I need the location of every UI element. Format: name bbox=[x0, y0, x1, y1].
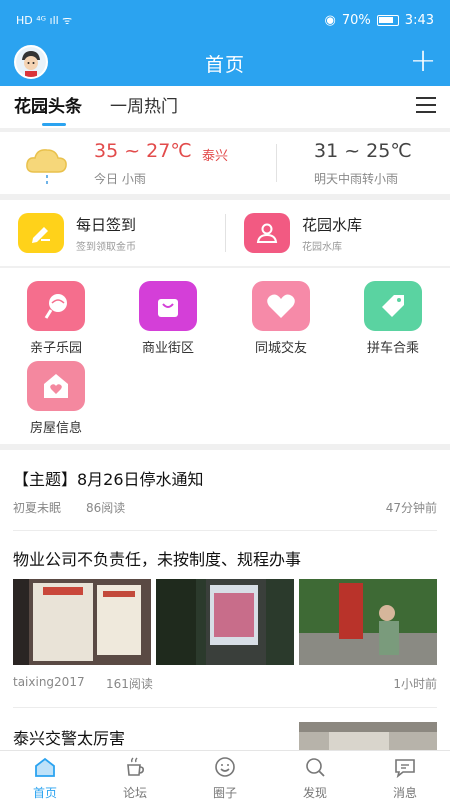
post-time: 1小时前 bbox=[393, 677, 437, 691]
heart-icon bbox=[252, 281, 310, 331]
chat-icon bbox=[395, 759, 415, 779]
grid-item-housing[interactable]: 房屋信息 bbox=[11, 361, 101, 436]
pencil-icon bbox=[18, 213, 64, 253]
grid-item-shopping[interactable]: 商业街区 bbox=[123, 281, 213, 356]
feed-post[interactable]: 【主题】8月26日停水通知 初夏未眠 86阅读 47分钟前 bbox=[0, 450, 450, 531]
battery-icon bbox=[376, 14, 399, 26]
feed-post[interactable]: 物业公司不负责任，未按制度、规程办事 taixing2017 161阅读 1小时… bbox=[0, 531, 450, 708]
post-image[interactable] bbox=[299, 722, 437, 750]
post-author: taixing2017 bbox=[13, 675, 85, 689]
quick-link-title: 每日签到 bbox=[76, 215, 137, 234]
weather-card[interactable]: 35 ~ 27℃ 泰兴 今日 小雨 31 ~ 25℃ 明天中雨转小雨 bbox=[0, 132, 450, 194]
post-image[interactable] bbox=[299, 579, 437, 665]
grid-item-parent-child[interactable]: 亲子乐园 bbox=[11, 281, 101, 356]
tab-weekly-hot[interactable]: 一周热门 bbox=[110, 86, 178, 128]
nav-messages[interactable]: 消息 bbox=[360, 751, 450, 800]
tab-garden-headlines[interactable]: 花园头条 bbox=[14, 86, 82, 128]
status-left: HD ⁴ᴳ ıll ᯤ bbox=[16, 13, 72, 28]
quick-link-subtitle: 花园水库 bbox=[302, 241, 342, 253]
bottom-nav: 首页 论坛 圈子 发现 消息 bbox=[0, 750, 450, 800]
today-weather-desc: 今日 小雨 bbox=[94, 172, 146, 186]
avatar[interactable] bbox=[14, 45, 48, 79]
nav-home[interactable]: 首页 bbox=[0, 751, 90, 800]
today-temperature: 35 ~ 27℃ bbox=[94, 140, 192, 162]
add-button[interactable]: + bbox=[408, 44, 438, 76]
divider bbox=[276, 144, 277, 182]
tab-bar: 花园头条 一周热门 bbox=[0, 86, 450, 128]
post-time: 47分钟前 bbox=[385, 501, 437, 515]
grid-item-label: 同城交友 bbox=[254, 341, 307, 356]
post-image[interactable] bbox=[156, 579, 294, 665]
tomorrow-weather-desc: 明天中雨转小雨 bbox=[314, 172, 399, 186]
nav-label: 首页 bbox=[32, 786, 57, 800]
clock: 3:43 bbox=[404, 12, 434, 28]
rain-cloud-icon bbox=[26, 149, 67, 184]
user-icon bbox=[244, 213, 290, 253]
grid-item-label: 拼车合乘 bbox=[366, 341, 419, 356]
lollipop-icon bbox=[27, 281, 85, 331]
quick-links: 每日签到 签到领取金币 花园水库 花园水库 bbox=[0, 200, 450, 266]
search-icon bbox=[306, 758, 325, 777]
post-image[interactable] bbox=[13, 579, 151, 665]
battery-percent: 70% bbox=[341, 12, 371, 28]
home-icon bbox=[35, 757, 55, 777]
nav-forum[interactable]: 论坛 bbox=[90, 751, 180, 800]
post-title[interactable]: 物业公司不负责任，未按制度、规程办事 bbox=[13, 546, 301, 570]
quick-link-title: 花园水库 bbox=[302, 215, 363, 234]
news-feed: 【主题】8月26日停水通知 初夏未眠 86阅读 47分钟前 物业公司不负责任，未… bbox=[0, 450, 450, 750]
garden-reservoir-button[interactable]: 花园水库 花园水库 bbox=[244, 212, 362, 254]
post-title[interactable]: 泰兴交警太厉害 bbox=[13, 725, 125, 749]
network-icon: HD ⁴ᴳ ıll ᯤ bbox=[16, 13, 73, 27]
post-author: 初夏未眠 bbox=[13, 501, 62, 515]
post-reads: 161阅读 bbox=[106, 677, 153, 691]
tag-icon bbox=[364, 281, 422, 331]
grid-item-label: 亲子乐园 bbox=[29, 341, 82, 356]
status-right: ◉ 70% 3:43 bbox=[325, 13, 434, 28]
post-reads: 86阅读 bbox=[86, 501, 126, 515]
nav-label: 圈子 bbox=[212, 786, 237, 800]
status-bar: HD ⁴ᴳ ıll ᯤ ◉ 70% 3:43 bbox=[0, 0, 450, 40]
city-name: 泰兴 bbox=[202, 149, 229, 164]
eye-icon: ◉ bbox=[324, 12, 336, 28]
feed-post[interactable]: 泰兴交警太厉害 bbox=[0, 708, 450, 750]
page-title: 首页 bbox=[204, 53, 245, 76]
smile-icon bbox=[215, 757, 235, 777]
tomorrow-temperature: 31 ~ 25℃ bbox=[314, 140, 412, 162]
app-bar: 首页 + bbox=[0, 40, 450, 86]
shopping-bag-icon bbox=[139, 281, 197, 331]
nav-discover[interactable]: 发现 bbox=[270, 751, 360, 800]
divider bbox=[225, 214, 226, 252]
nav-circle[interactable]: 圈子 bbox=[180, 751, 270, 800]
grid-item-label: 房屋信息 bbox=[29, 421, 82, 436]
nav-label: 论坛 bbox=[122, 786, 147, 800]
post-title[interactable]: 【主题】8月26日停水通知 bbox=[13, 466, 204, 490]
grid-item-label: 商业街区 bbox=[141, 341, 194, 356]
menu-icon[interactable] bbox=[416, 97, 436, 117]
category-grid: 亲子乐园 商业街区 同城交友 拼车合乘 房屋信息 bbox=[0, 268, 450, 444]
coffee-cup-icon bbox=[127, 757, 144, 776]
house-heart-icon bbox=[27, 361, 85, 411]
quick-link-subtitle: 签到领取金币 bbox=[76, 241, 136, 253]
grid-item-dating[interactable]: 同城交友 bbox=[236, 281, 326, 356]
nav-label: 发现 bbox=[302, 786, 327, 800]
nav-label: 消息 bbox=[392, 786, 417, 800]
grid-item-carpool[interactable]: 拼车合乘 bbox=[348, 281, 438, 356]
avatar-icon bbox=[16, 47, 46, 77]
daily-checkin-button[interactable]: 每日签到 签到领取金币 bbox=[18, 212, 136, 254]
